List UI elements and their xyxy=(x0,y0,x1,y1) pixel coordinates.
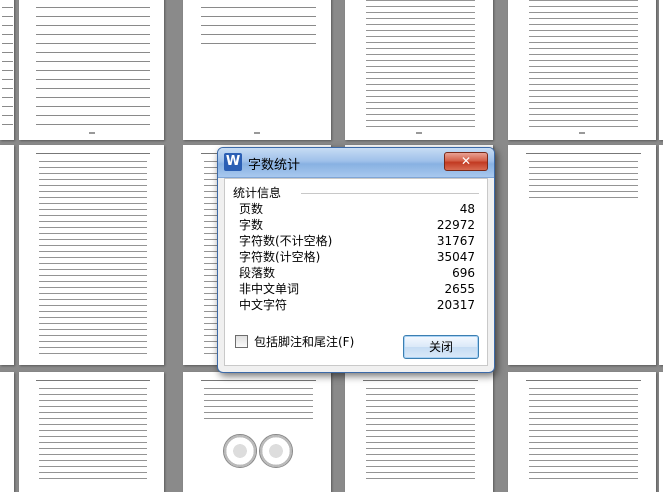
page-thumbnail[interactable] xyxy=(183,372,331,492)
close-button[interactable]: 关闭 xyxy=(403,335,479,359)
close-icon[interactable]: ✕ xyxy=(444,152,488,171)
stat-label: 页数 xyxy=(239,202,264,216)
wps-writer-icon: W xyxy=(224,153,242,171)
stat-value: 35047 xyxy=(436,250,475,264)
page-thumbnail[interactable] xyxy=(0,145,14,365)
page-thumbnail[interactable] xyxy=(508,145,656,365)
page-thumbnail[interactable] xyxy=(19,145,164,365)
stat-value: 2655 xyxy=(444,282,475,296)
page-thumbnail[interactable] xyxy=(508,372,656,492)
stat-row-pages: 页数 48 xyxy=(239,201,475,217)
stat-label: 段落数 xyxy=(239,266,276,280)
stat-value: 696 xyxy=(452,266,475,280)
stat-value: 22972 xyxy=(436,218,475,232)
stat-row-chars-with-spaces: 字符数(计空格) 35047 xyxy=(239,249,475,265)
page-thumbnail[interactable] xyxy=(0,0,14,140)
dialog-body: 统计信息 页数 48 字数 22972 字符数(不计空格) 31767 字符数(… xyxy=(224,178,488,366)
page-thumbnail[interactable] xyxy=(345,0,493,140)
stat-row-non-chinese-words: 非中文单词 2655 xyxy=(239,281,475,297)
statistics-group-title: 统计信息 xyxy=(233,186,282,200)
figure-image xyxy=(223,434,257,468)
include-footnotes-label[interactable]: 包括脚注和尾注(F) xyxy=(254,333,354,350)
stat-label: 字符数(计空格) xyxy=(239,250,321,264)
dialog-titlebar[interactable]: W 字数统计 ✕ xyxy=(218,148,494,178)
page-thumbnail[interactable] xyxy=(183,0,331,140)
figure-image xyxy=(259,434,293,468)
stat-row-chinese-chars: 中文字符 20317 xyxy=(239,297,475,313)
page-thumbnail[interactable] xyxy=(659,145,663,365)
stat-value: 48 xyxy=(459,202,475,216)
page-thumbnail[interactable] xyxy=(19,0,164,140)
stat-row-chars-no-spaces: 字符数(不计空格) 31767 xyxy=(239,233,475,249)
page-thumbnail[interactable] xyxy=(345,372,493,492)
page-thumbnail[interactable] xyxy=(508,0,656,140)
stat-row-words: 字数 22972 xyxy=(239,217,475,233)
word-count-dialog: W 字数统计 ✕ 统计信息 页数 48 字数 22972 字符数(不计空格) 3… xyxy=(217,147,495,373)
stat-value: 20317 xyxy=(436,298,475,312)
stat-value: 31767 xyxy=(436,234,475,248)
statistics-table: 页数 48 字数 22972 字符数(不计空格) 31767 字符数(计空格) … xyxy=(239,201,475,313)
stat-label: 中文字符 xyxy=(239,298,288,312)
page-thumbnail[interactable] xyxy=(659,0,663,140)
page-thumbnail[interactable] xyxy=(19,372,164,492)
group-divider xyxy=(301,193,479,194)
dialog-title: 字数统计 xyxy=(248,158,301,173)
stat-label: 字数 xyxy=(239,218,264,232)
page-thumbnail[interactable] xyxy=(0,372,14,492)
page-thumbnail[interactable] xyxy=(659,372,663,492)
include-footnotes-checkbox[interactable] xyxy=(235,334,248,348)
include-footnotes-option[interactable]: 包括脚注和尾注(F) xyxy=(235,333,354,349)
stat-row-paragraphs: 段落数 696 xyxy=(239,265,475,281)
stat-label: 非中文单词 xyxy=(239,282,300,296)
stat-label: 字符数(不计空格) xyxy=(239,234,333,248)
